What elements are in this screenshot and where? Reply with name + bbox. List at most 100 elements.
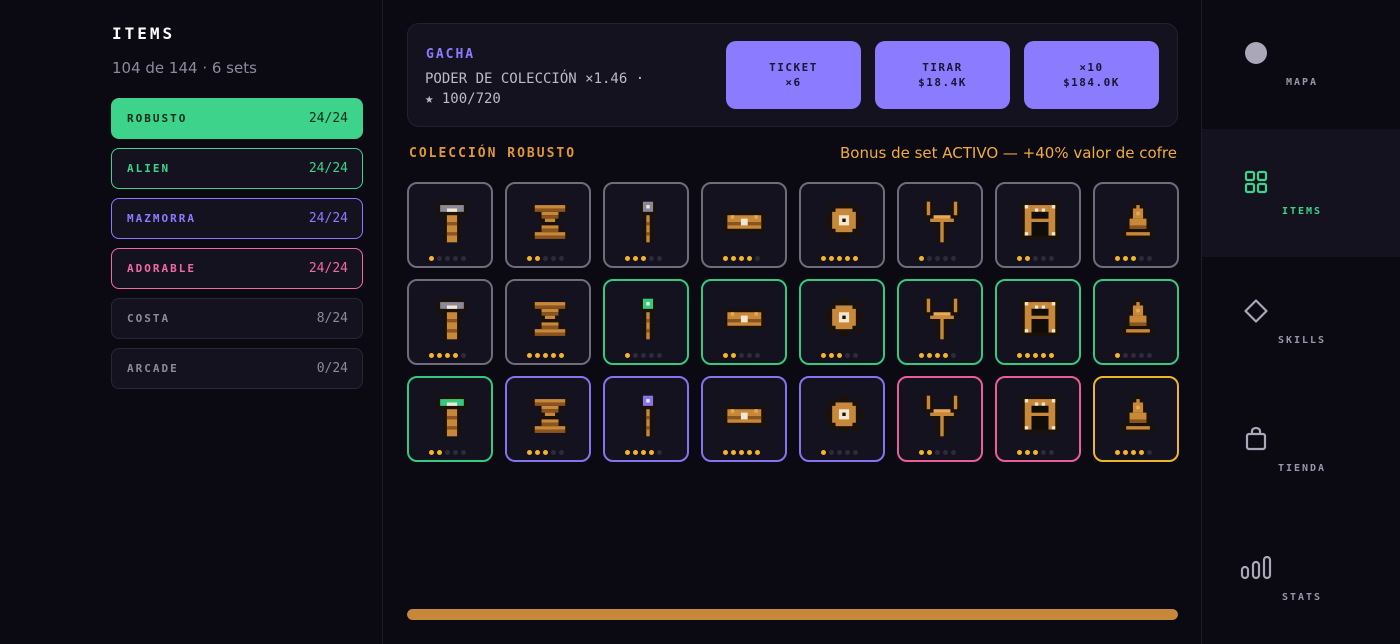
item-slot[interactable] bbox=[407, 376, 493, 462]
star-icon bbox=[927, 353, 932, 358]
star-icon bbox=[1017, 450, 1022, 455]
star-icon bbox=[943, 450, 948, 455]
item-slot[interactable] bbox=[897, 376, 983, 462]
item-slot[interactable] bbox=[701, 182, 787, 268]
item-slot[interactable] bbox=[799, 279, 885, 365]
set-item-costa[interactable]: COSTA 8/24 bbox=[111, 298, 363, 339]
item-slot[interactable] bbox=[1093, 279, 1179, 365]
item-slot[interactable] bbox=[603, 182, 689, 268]
item-stars bbox=[1115, 450, 1152, 455]
set-bonus-text: Bonus de set ACTIVO — +40% valor de cofr… bbox=[840, 144, 1177, 162]
collection-summary: 104 de 144 · 6 sets bbox=[112, 59, 257, 77]
slingshot-icon bbox=[923, 201, 961, 243]
star-icon bbox=[1147, 256, 1152, 261]
nav-item-stats[interactable]: STATS bbox=[1202, 515, 1400, 643]
item-stars bbox=[723, 256, 760, 261]
star-icon bbox=[935, 450, 940, 455]
star-icon bbox=[1115, 353, 1120, 358]
star-icon bbox=[1025, 353, 1030, 358]
star-icon bbox=[1049, 450, 1054, 455]
star-icon bbox=[559, 353, 564, 358]
set-item-alien[interactable]: ALIEN 24/24 bbox=[111, 148, 363, 189]
star-icon bbox=[1041, 450, 1046, 455]
star-icon bbox=[649, 450, 654, 455]
slingshot-icon bbox=[923, 395, 961, 437]
star-icon bbox=[1017, 353, 1022, 358]
bell-icon bbox=[1122, 201, 1154, 239]
frame-icon bbox=[1021, 395, 1059, 433]
item-slot[interactable] bbox=[505, 376, 591, 462]
star-icon bbox=[641, 450, 646, 455]
item-slot[interactable] bbox=[701, 279, 787, 365]
star-icon bbox=[527, 450, 532, 455]
nav-item-skills[interactable]: SKILLS bbox=[1202, 258, 1400, 386]
nav-label: MAPA bbox=[1285, 77, 1319, 88]
star-icon bbox=[1147, 450, 1152, 455]
star-icon bbox=[1033, 256, 1038, 261]
item-stars bbox=[821, 353, 858, 358]
hammer-icon bbox=[436, 395, 468, 437]
grid-icon bbox=[1244, 170, 1268, 194]
main-panel: GACHA PODER DE COLECCIÓN ×1.46 · ★ 100/7… bbox=[384, 0, 1201, 644]
star-icon bbox=[829, 256, 834, 261]
star-icon bbox=[543, 353, 548, 358]
item-slot[interactable] bbox=[1093, 182, 1179, 268]
star-icon bbox=[1139, 450, 1144, 455]
star-icon bbox=[919, 353, 924, 358]
star-icon bbox=[657, 450, 662, 455]
set-item-mazmorra[interactable]: MAZMORRA 24/24 bbox=[111, 198, 363, 239]
star-icon bbox=[747, 450, 752, 455]
star-icon bbox=[731, 256, 736, 261]
item-slot[interactable] bbox=[505, 279, 591, 365]
set-name: ALIEN bbox=[127, 162, 171, 175]
item-slot[interactable] bbox=[799, 376, 885, 462]
star-icon bbox=[633, 450, 638, 455]
star-icon bbox=[821, 353, 826, 358]
gear-icon bbox=[825, 298, 863, 336]
hammer-icon bbox=[436, 298, 468, 340]
item-slot[interactable] bbox=[995, 279, 1081, 365]
set-item-robusto[interactable]: ROBUSTO 24/24 bbox=[111, 98, 363, 139]
item-stars bbox=[1017, 256, 1054, 261]
pull-button[interactable]: TIRAR $18.4K bbox=[875, 41, 1010, 109]
star-icon bbox=[657, 353, 662, 358]
star-icon bbox=[1115, 256, 1120, 261]
star-icon bbox=[535, 256, 540, 261]
nav-item-items[interactable]: ITEMS bbox=[1202, 129, 1400, 257]
item-stars bbox=[429, 353, 466, 358]
nav-item-tienda[interactable]: TIENDA bbox=[1202, 386, 1400, 514]
item-stars bbox=[429, 256, 466, 261]
item-slot[interactable] bbox=[897, 182, 983, 268]
item-slot[interactable] bbox=[897, 279, 983, 365]
ticket-button-count: ×6 bbox=[785, 76, 802, 89]
set-item-arcade[interactable]: ARCADE 0/24 bbox=[111, 348, 363, 389]
pull-10-button[interactable]: ×10 $184.0K bbox=[1024, 41, 1159, 109]
item-slot[interactable] bbox=[407, 182, 493, 268]
item-slot[interactable] bbox=[799, 182, 885, 268]
star-icon bbox=[1041, 256, 1046, 261]
item-slot[interactable] bbox=[505, 182, 591, 268]
item-slot[interactable] bbox=[995, 376, 1081, 462]
item-slot[interactable] bbox=[701, 376, 787, 462]
star-icon bbox=[951, 353, 956, 358]
pull-10-button-label: ×10 bbox=[1079, 61, 1104, 74]
circle-icon bbox=[1244, 41, 1268, 65]
set-count: 24/24 bbox=[308, 161, 348, 176]
item-slot[interactable] bbox=[995, 182, 1081, 268]
item-slot[interactable] bbox=[1093, 376, 1179, 462]
item-stars bbox=[625, 450, 662, 455]
star-icon bbox=[437, 353, 442, 358]
item-slot[interactable] bbox=[407, 279, 493, 365]
star-icon bbox=[919, 450, 924, 455]
pull-button-price: $18.4K bbox=[918, 76, 967, 89]
star-icon bbox=[461, 353, 466, 358]
ticket-button[interactable]: TICKET ×6 bbox=[726, 41, 861, 109]
set-count: 24/24 bbox=[308, 111, 348, 126]
star-icon bbox=[1139, 256, 1144, 261]
nav-item-mapa[interactable]: MAPA bbox=[1202, 0, 1400, 128]
star-icon bbox=[739, 256, 744, 261]
main-nav: MAPA ITEMS SKILLS TIENDA STATS bbox=[1201, 0, 1400, 644]
item-slot[interactable] bbox=[603, 279, 689, 365]
item-slot[interactable] bbox=[603, 376, 689, 462]
set-item-adorable[interactable]: ADORABLE 24/24 bbox=[111, 248, 363, 289]
